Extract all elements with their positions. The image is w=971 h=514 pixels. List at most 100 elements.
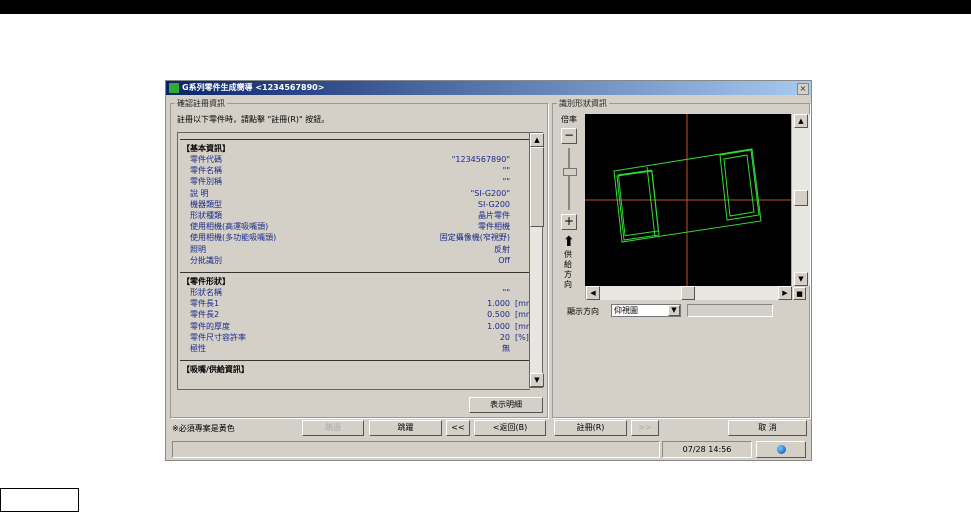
cancel-button[interactable]: 取 消 bbox=[728, 420, 807, 436]
scroll-thumb[interactable] bbox=[794, 190, 808, 206]
item-label: 使用相機(高運吸嘴頭) bbox=[190, 222, 269, 232]
view-direction-label: 顯示方向 bbox=[567, 307, 599, 316]
group-label: 確認註冊資訊 bbox=[175, 98, 227, 109]
register-button[interactable]: 註冊(R) bbox=[554, 420, 627, 436]
list-item: 說 明 "SI-G200" bbox=[190, 188, 510, 199]
item-unit: [mm] bbox=[515, 310, 530, 320]
scroll-left-button[interactable]: ◀ bbox=[586, 286, 600, 300]
scroll-right-button[interactable]: ▶ bbox=[778, 286, 792, 300]
zoom-in-button[interactable]: + bbox=[561, 214, 577, 230]
list-item: 照明 反射 bbox=[190, 244, 510, 255]
item-label: 使用相機(多功能吸嘴頭) bbox=[190, 233, 277, 243]
list-item: 極性 無 bbox=[190, 343, 510, 354]
globe-button[interactable] bbox=[756, 441, 806, 458]
zoom-slider-track[interactable] bbox=[568, 148, 570, 210]
item-unit: [mm] bbox=[515, 299, 530, 309]
instruction-text: 註冊以下零件時，請點擊 "註冊(R)" 按鈕。 bbox=[177, 115, 330, 124]
wizard-window: G系列零件生成嚮導 <1234567890> × 確認註冊資訊 註冊以下零件時，… bbox=[165, 80, 812, 461]
section-title: 【基本資訊】 bbox=[182, 144, 230, 153]
list-item: 零件的厚度 1.000 [mm] bbox=[190, 321, 530, 332]
list-item: 使用相機(高運吸嘴頭) 零件相機 bbox=[190, 221, 510, 232]
next-button[interactable]: >> bbox=[631, 420, 659, 436]
section-title: 【零件形狀】 bbox=[182, 277, 230, 286]
scroll-corner-button[interactable]: ■ bbox=[793, 287, 806, 300]
feed-direction-label: 供給方向 bbox=[564, 250, 572, 289]
list-scrollbar[interactable]: ▲ ▼ bbox=[529, 132, 544, 388]
section-divider bbox=[180, 272, 530, 273]
scroll-down-button[interactable]: ▼ bbox=[530, 373, 544, 387]
view-info-field bbox=[687, 304, 773, 317]
item-label: 照明 bbox=[190, 244, 206, 254]
top-black-bar bbox=[0, 0, 971, 14]
shape-info-group: 識別形狀資訊 倍率 − + ⬆ 供給方向 ▲ ▼ ◀ ▶ ■ 顯示方向 仰視圖 … bbox=[552, 98, 810, 418]
item-value: 晶片零件 bbox=[478, 211, 510, 220]
shape-preview-canvas bbox=[585, 114, 791, 286]
scroll-up-button[interactable]: ▲ bbox=[530, 133, 544, 147]
back-button[interactable]: <返回(B) bbox=[474, 420, 546, 436]
scroll-down-button[interactable]: ▼ bbox=[794, 272, 808, 286]
item-label: 零件長1 bbox=[190, 299, 220, 309]
list-item: 零件長1 1.000 [mm] bbox=[190, 298, 530, 309]
list-item: 零件尺寸容許率 20 [%] bbox=[190, 332, 529, 343]
list-item: 零件名稱 "" bbox=[190, 165, 510, 176]
item-value: "" bbox=[502, 288, 510, 297]
item-value: Off bbox=[498, 255, 510, 265]
first-button[interactable]: << bbox=[446, 420, 470, 436]
item-value: 零件相機 bbox=[478, 222, 510, 232]
section-title: 【吸嘴/供給資訊】 bbox=[182, 365, 249, 375]
item-label: 零件尺寸容許率 bbox=[190, 332, 246, 342]
item-value: 反射 bbox=[494, 244, 510, 254]
zoom-label: 倍率 bbox=[561, 115, 577, 124]
preview-horizontal-scrollbar[interactable]: ◀ ▶ bbox=[585, 286, 792, 300]
list-item: 分批識別 Off bbox=[190, 255, 510, 266]
item-value: 0.500 bbox=[487, 310, 510, 320]
list-item: 使用相機(多功能吸嘴頭) 固定攝像機(窄視野) bbox=[190, 232, 510, 243]
scroll-thumb[interactable] bbox=[681, 286, 695, 300]
globe-icon bbox=[776, 445, 786, 454]
item-label: 形狀種類 bbox=[190, 211, 222, 220]
item-value: 1.000 bbox=[487, 321, 510, 331]
jump-button[interactable]: 跳躍 bbox=[369, 420, 442, 436]
list-item: 機器類型 SI-G200 bbox=[190, 199, 510, 210]
section-divider bbox=[180, 360, 530, 362]
list-item: 形狀種類 晶片零件 bbox=[190, 210, 510, 221]
item-value: 20 bbox=[499, 332, 510, 342]
list-item: 零件長2 0.500 [mm] bbox=[190, 309, 530, 320]
item-unit: [mm] bbox=[515, 321, 530, 331]
chevron-down-icon[interactable]: ▼ bbox=[668, 305, 680, 316]
item-label: 零件代碼 bbox=[190, 155, 222, 164]
item-value: 固定攝像機(窄視野) bbox=[439, 233, 510, 243]
section-divider bbox=[180, 139, 530, 140]
zoom-slider-thumb[interactable] bbox=[563, 168, 577, 176]
item-label: 零件長2 bbox=[190, 310, 220, 320]
show-detail-button[interactable]: 表示明細 bbox=[469, 397, 543, 413]
preview-vertical-scrollbar[interactable]: ▲ ▼ bbox=[791, 114, 810, 286]
item-label: 零件名稱 bbox=[190, 166, 222, 176]
view-direction-select[interactable]: 仰視圖 ▼ bbox=[611, 304, 681, 317]
scroll-up-button[interactable]: ▲ bbox=[794, 114, 808, 128]
item-label: 零件的厚度 bbox=[190, 321, 230, 331]
scroll-thumb[interactable] bbox=[530, 147, 544, 227]
arrow-up-icon: ⬆ bbox=[563, 234, 575, 250]
item-value: "SI-G200" bbox=[470, 188, 510, 198]
skip-button[interactable]: 跳過 bbox=[302, 420, 364, 436]
confirm-registration-group: 確認註冊資訊 註冊以下零件時，請點擊 "註冊(R)" 按鈕。 【基本資訊】 零件代… bbox=[170, 98, 548, 418]
required-note: ※必須專案是黃色 bbox=[172, 424, 235, 433]
item-label: 機器類型 bbox=[190, 199, 222, 209]
item-label: 分批識別 bbox=[190, 255, 222, 265]
list-item: 零件代碼 "1234567890" bbox=[190, 154, 510, 165]
item-value: 1.000 bbox=[487, 299, 510, 309]
item-label: 說 明 bbox=[190, 188, 209, 198]
zoom-out-button[interactable]: − bbox=[561, 128, 577, 144]
item-value: "" bbox=[502, 166, 510, 176]
title-bar: G系列零件生成嚮導 <1234567890> × bbox=[166, 81, 811, 95]
status-time: 07/28 14:56 bbox=[662, 441, 752, 458]
corner-box bbox=[0, 488, 79, 512]
close-button[interactable]: × bbox=[797, 83, 809, 95]
item-unit: [%] bbox=[515, 332, 529, 342]
view-direction-value: 仰視圖 bbox=[614, 306, 638, 315]
window-title: G系列零件生成嚮導 <1234567890> bbox=[182, 83, 325, 92]
group-label: 識別形狀資訊 bbox=[557, 98, 609, 109]
item-label: 零件別稱 bbox=[190, 177, 222, 187]
registration-info-list[interactable]: 【基本資訊】 零件代碼 "1234567890" 零件名稱 "" 零件別稱 "" 說 明 "SI… bbox=[177, 132, 530, 390]
